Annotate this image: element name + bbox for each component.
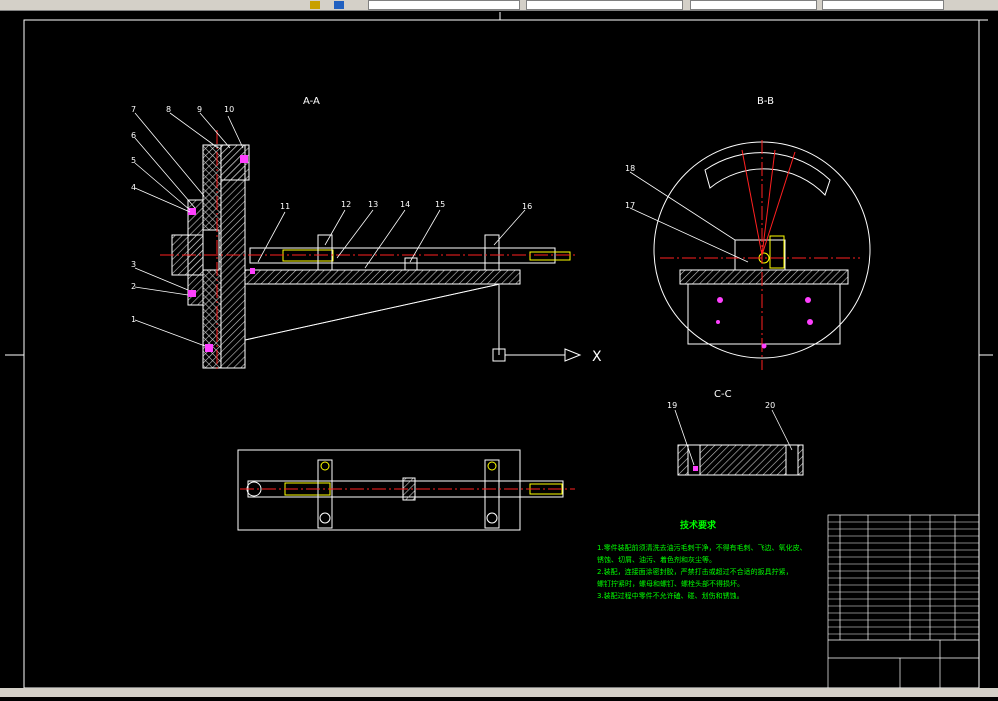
part-9: 9: [197, 105, 202, 114]
part-7: 7: [131, 105, 136, 114]
part-16: 16: [522, 202, 532, 211]
tech-req-title: 技术要求: [680, 519, 717, 531]
part-13: 13: [368, 200, 378, 209]
part-4: 4: [131, 183, 136, 192]
linetype-select[interactable]: [526, 0, 683, 10]
part-17: 17: [625, 201, 635, 210]
part-11: 11: [280, 202, 290, 211]
part-8: 8: [166, 105, 171, 114]
view-aa: X: [134, 112, 602, 372]
view-plan: [237, 449, 575, 531]
part-18: 18: [625, 164, 635, 173]
ucs-x-label: X: [592, 349, 602, 365]
status-text: [0, 688, 4, 696]
part-2: 2: [131, 282, 136, 291]
layer-icon[interactable]: [310, 1, 320, 9]
tech-req-line-1: 1.零件装配前须清洗去油污毛刺干净，不得有毛刺、飞边、氧化皮、: [597, 543, 807, 552]
part-5: 5: [131, 156, 136, 165]
title-block: [827, 514, 980, 689]
part-15: 15: [435, 200, 445, 209]
tech-req-line-4: 螺钉拧紧时，螺母和螺钉、螺栓头部不得损坏。: [597, 579, 744, 588]
tech-req-line-2: 锈蚀、切屑、油污、着色剂和灰尘等。: [597, 555, 716, 564]
plotstyle-select[interactable]: [822, 0, 944, 10]
part-10: 10: [224, 105, 234, 114]
tech-req-line-3: 2.装配，连接面涂密封胶，严禁打击或超过不合适的扳具拧紧，: [597, 567, 793, 576]
status-bar: [0, 688, 998, 697]
view-cc: [674, 409, 804, 476]
tech-req-line-5: 3.装配过程中零件不允许磕、碰、划伤和锈蚀。: [597, 591, 744, 600]
part-19: 19: [667, 401, 677, 410]
section-label-cc: C-C: [714, 389, 732, 400]
part-20: 20: [765, 401, 775, 410]
part-12: 12: [341, 200, 351, 209]
tech-requirements: 技术要求 1.零件装配前须清洗去油污毛刺干净，不得有毛刺、飞边、氧化皮、 锈蚀、…: [597, 519, 807, 600]
layer-select[interactable]: [368, 0, 520, 10]
part-1: 1: [131, 315, 136, 324]
part-6: 6: [131, 131, 136, 140]
drawing-canvas[interactable]: A-A B-B C-C X 7 8 9 10 6 5 4 3 2 1 11 12…: [0, 10, 998, 697]
section-label-aa: A-A: [303, 96, 320, 107]
lineweight-select[interactable]: [690, 0, 817, 10]
color-icon[interactable]: [334, 1, 344, 9]
section-label-bb: B-B: [757, 96, 774, 107]
part-14: 14: [400, 200, 410, 209]
part-3: 3: [131, 260, 136, 269]
view-bb: [629, 140, 871, 370]
title-block-rows: [828, 521, 979, 635]
